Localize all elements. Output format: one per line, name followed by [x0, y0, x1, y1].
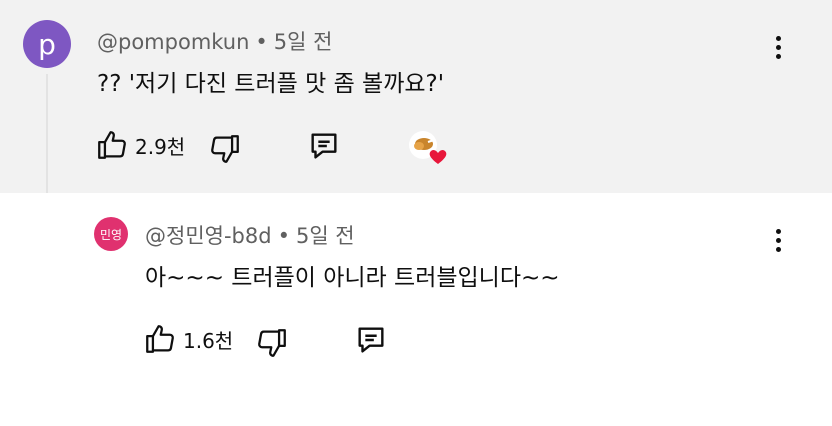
- thumb-up-icon: [98, 131, 126, 159]
- like-count: 2.9천: [135, 134, 186, 159]
- comment-meta: @pompomkun • 5일 전: [97, 26, 332, 56]
- thumb-down-icon: [211, 135, 239, 163]
- reply-button[interactable]: [353, 323, 389, 357]
- reply-icon: [311, 133, 337, 159]
- like-button[interactable]: 1.6천: [143, 322, 233, 356]
- reply-button[interactable]: [306, 129, 342, 163]
- more-vert-icon[interactable]: [776, 36, 782, 63]
- dislike-button[interactable]: [255, 326, 289, 360]
- reply-time[interactable]: 5일 전: [296, 224, 355, 248]
- creator-heart-icon: [409, 131, 447, 164]
- meta-separator: •: [277, 224, 290, 248]
- thumb-down-icon: [258, 329, 286, 357]
- dislike-button[interactable]: [208, 132, 242, 166]
- reply-meta: @정민영-b8d • 5일 전: [145, 220, 355, 250]
- reply-icon: [358, 327, 384, 353]
- more-vert-icon[interactable]: [776, 229, 782, 256]
- meta-separator: •: [255, 30, 268, 54]
- reply-avatar[interactable]: 민영: [94, 217, 128, 251]
- like-count: 1.6천: [183, 328, 234, 353]
- thumb-up-icon: [146, 325, 174, 353]
- avatar[interactable]: p: [23, 20, 71, 68]
- like-button[interactable]: 2.9천: [95, 128, 185, 162]
- comment-time[interactable]: 5일 전: [274, 30, 333, 54]
- comment-text: ?? '저기 다진 트러플 맛 좀 볼까요?': [97, 71, 445, 97]
- comment-author[interactable]: @pompomkun: [97, 30, 249, 54]
- reply-author[interactable]: @정민영-b8d: [145, 224, 272, 248]
- reply-text: 아~~~ 트러플이 아니라 트러블입니다~~: [145, 265, 560, 291]
